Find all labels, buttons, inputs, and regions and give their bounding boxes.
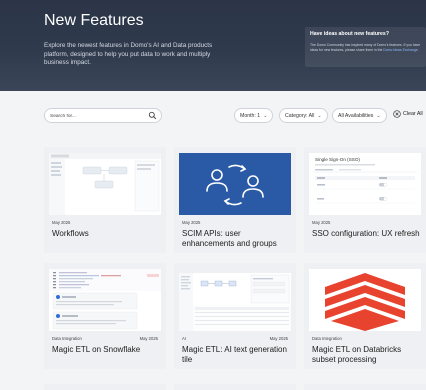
month-filter-label: Month: 1 <box>240 112 261 119</box>
card-date: May 2025 <box>182 220 201 225</box>
card-date: May 2025 <box>52 220 71 225</box>
search-icon[interactable] <box>148 111 157 120</box>
card-thumbnail <box>49 153 161 215</box>
feature-card-ai-text-generation[interactable]: AI May 2025 Magic ETL: AI text generatio… <box>174 263 296 369</box>
ideas-callout-text: The Domo Community has inspired many of … <box>310 43 421 52</box>
month-filter[interactable]: Month: 1 ⌄ <box>234 108 274 123</box>
feature-card-workflows[interactable]: May 2025 Workflows <box>44 147 166 253</box>
card-thumbnail <box>309 269 421 331</box>
hero-banner: New Features Explore the newest features… <box>0 0 426 91</box>
databricks-logo-icon <box>325 273 405 331</box>
new-features-page: New Features Explore the newest features… <box>0 0 426 390</box>
card-date: May 2025 <box>139 336 158 341</box>
card-category: AI <box>182 336 186 341</box>
feature-card-partial[interactable] <box>304 384 426 390</box>
card-title: Magic ETL on Databricks subset processin… <box>312 345 402 364</box>
card-date: May 2025 <box>269 336 288 341</box>
page-title: New Features <box>44 12 144 29</box>
card-title: SCIM APIs: user enhancements and groups <box>182 229 277 248</box>
availability-filter-label: All Availabilities <box>338 112 374 119</box>
clear-all-button[interactable]: Clear All <box>393 110 423 118</box>
availability-filter[interactable]: All Availabilities ⌄ <box>332 108 387 123</box>
feature-card-partial[interactable] <box>174 384 296 390</box>
workflows-screenshot <box>49 153 161 215</box>
etl-code-screenshot <box>49 269 161 330</box>
clear-all-label: Clear All <box>403 111 423 117</box>
chevron-down-icon: ⌄ <box>317 112 322 119</box>
close-circle-icon <box>393 110 401 118</box>
card-category: Data Integration <box>52 336 82 341</box>
ideas-callout: Have ideas about new features? The Domo … <box>305 27 426 67</box>
sso-screen-heading: Single Sign-On (SSO) <box>315 157 360 162</box>
card-thumbnail <box>179 269 291 331</box>
feature-card-magic-etl-databricks[interactable]: Data Integration Magic ETL on Databricks… <box>304 263 426 369</box>
card-thumbnail <box>49 269 161 331</box>
card-thumbnail <box>179 153 291 215</box>
feature-card-partial[interactable] <box>44 384 166 390</box>
card-date: May 2025 <box>312 220 331 225</box>
card-thumbnail: Single Sign-On (SSO) <box>309 153 421 215</box>
ideas-callout-title: Have ideas about new features? <box>310 31 389 37</box>
feature-card-magic-etl-snowflake[interactable]: Data Integration May 2025 Magic ETL on S… <box>44 263 166 369</box>
feature-card-sso-configuration[interactable]: Single Sign-On (SSO) May 2025 SSO config… <box>304 147 426 253</box>
chevron-down-icon: ⌄ <box>263 112 268 119</box>
card-title: Magic ETL: AI text generation tile <box>182 345 287 364</box>
card-title: Magic ETL on Snowflake <box>52 345 141 354</box>
card-title: SSO configuration: UX refresh <box>312 229 420 238</box>
sso-screenshot <box>313 164 417 204</box>
category-filter[interactable]: Category: All ⌄ <box>279 108 328 123</box>
card-category: Data Integration <box>312 336 342 341</box>
category-filter-label: Category: All <box>285 112 315 119</box>
card-title: Workflows <box>52 229 89 238</box>
hero-description: Explore the newest features in Domo's AI… <box>44 42 213 67</box>
search-box[interactable] <box>44 108 162 123</box>
ideas-exchange-link[interactable]: Domo Ideas Exchange <box>383 48 417 52</box>
feature-card-scim-apis[interactable]: May 2025 SCIM APIs: user enhancements an… <box>174 147 296 253</box>
search-input[interactable] <box>50 112 146 120</box>
user-sync-icon <box>206 164 264 206</box>
chevron-down-icon: ⌄ <box>376 112 381 119</box>
etl-canvas-screenshot <box>179 269 291 331</box>
